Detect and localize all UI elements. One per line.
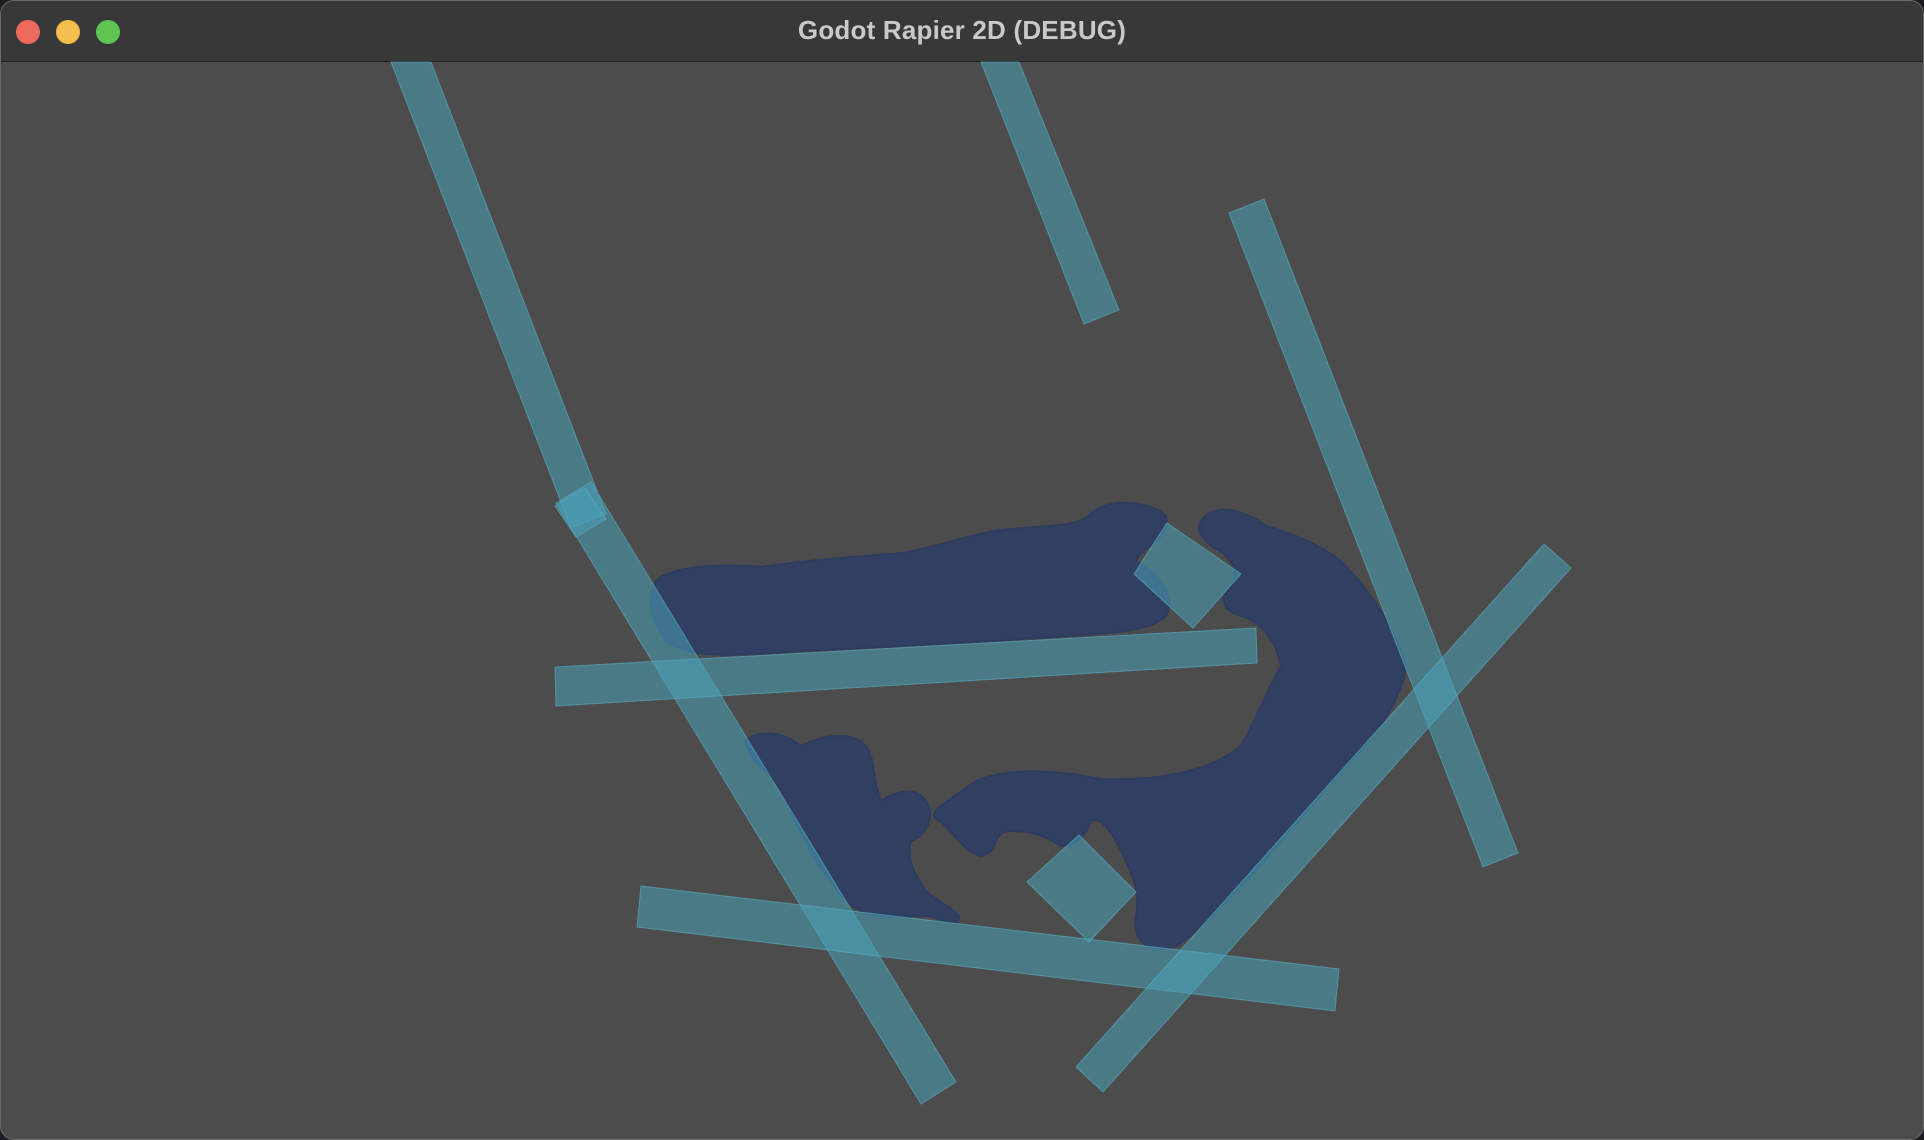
game-viewport[interactable] — [1, 61, 1923, 1139]
wall-top-middle — [980, 61, 1120, 325]
scene-canvas — [390, 61, 1572, 1105]
small-box-lower — [1026, 834, 1137, 943]
game-window: Godot Rapier 2D (DEBUG) — [0, 0, 1924, 1140]
wall-left-upper — [390, 61, 607, 529]
fluid-blob-upper — [649, 501, 1171, 656]
